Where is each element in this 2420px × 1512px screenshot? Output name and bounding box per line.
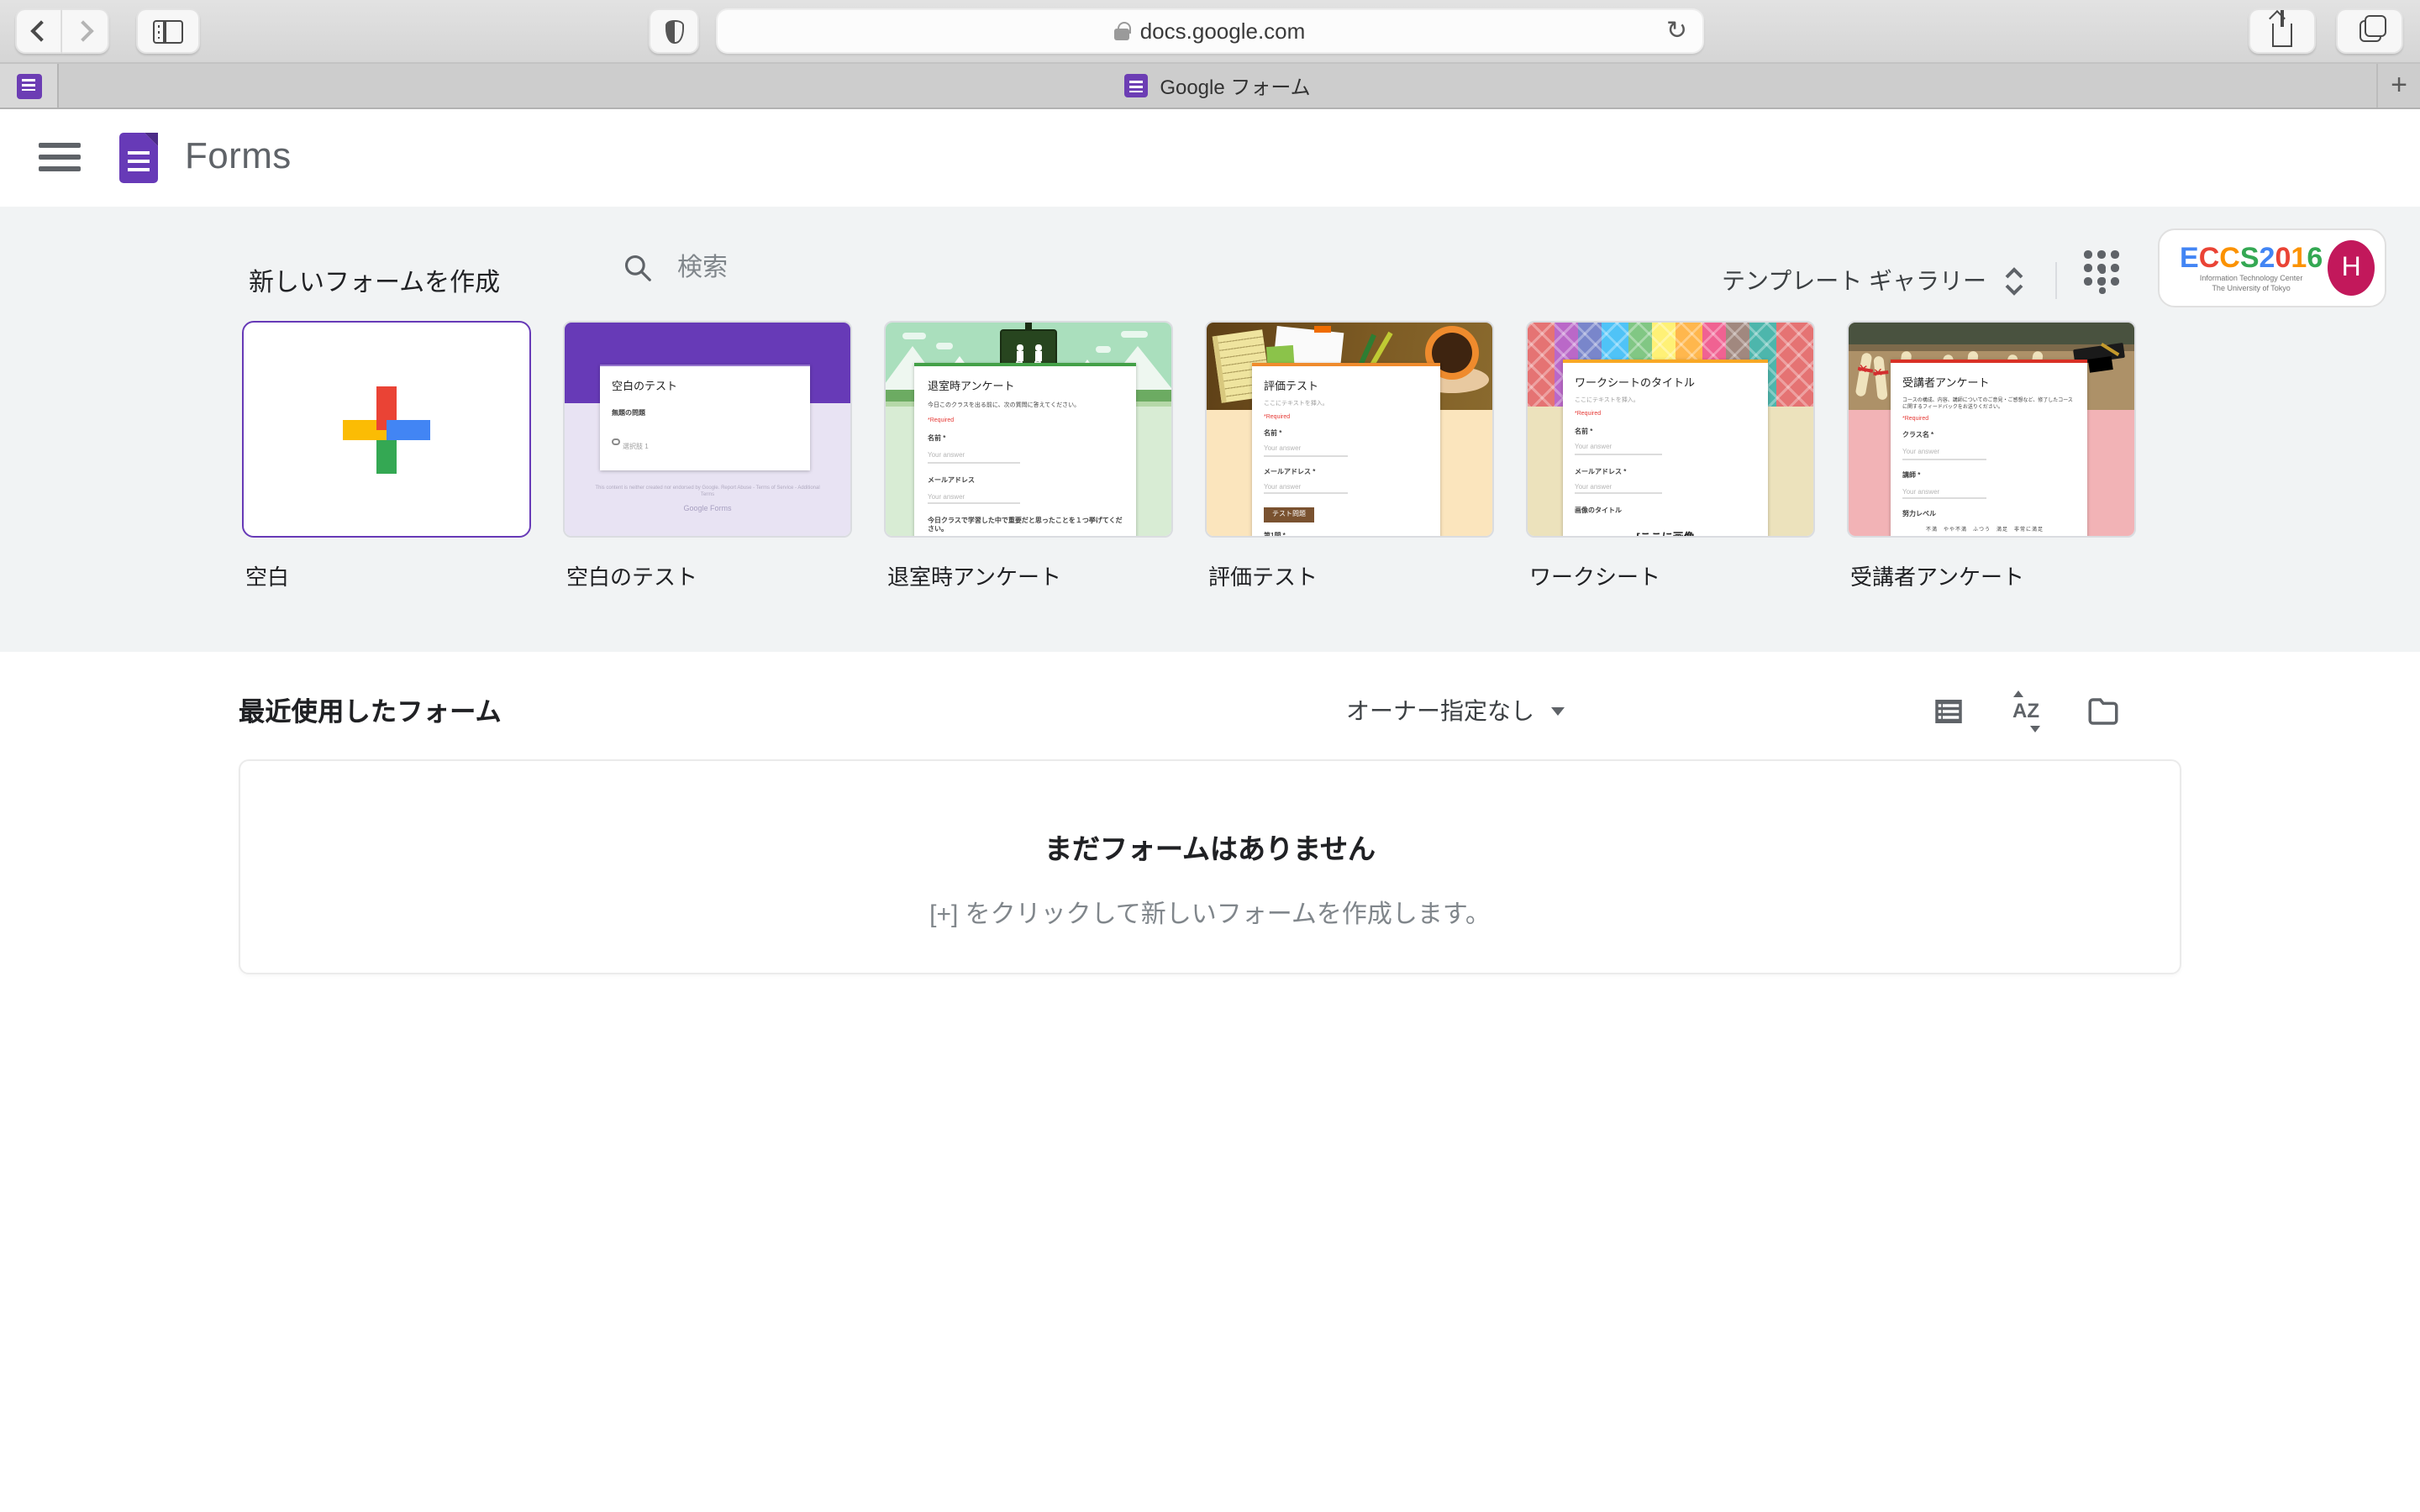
dropdown-arrow-icon <box>1551 707 1565 716</box>
empty-state-subtitle: [+] をクリックして新しいフォームを作成します。 <box>240 895 2180 931</box>
recent-section-title: 最近使用したフォーム <box>239 692 502 729</box>
unfold-more-icon[interactable] <box>2003 266 2025 295</box>
shield-icon <box>665 19 683 43</box>
template-label: 空白のテスト <box>563 559 852 591</box>
reload-icon[interactable]: ↻ <box>1666 15 1687 45</box>
empty-state-title: まだフォームはありません <box>240 827 2180 867</box>
back-button[interactable] <box>15 8 62 54</box>
template-section: 新しいフォームを作成 テンプレート ギャラリー <box>0 207 2420 652</box>
forms-favicon <box>16 73 41 98</box>
owner-filter-dropdown[interactable]: オーナー指定なし <box>1346 694 1565 727</box>
list-view-button[interactable] <box>1931 693 1966 728</box>
template-card-blank[interactable]: 空白 <box>242 321 531 591</box>
privacy-report-button[interactable] <box>649 8 699 54</box>
list-view-icon <box>1931 693 1966 728</box>
forms-logo-icon[interactable] <box>119 133 158 183</box>
empty-state-card: まだフォームはありません [+] をクリックして新しいフォームを作成します。 <box>239 759 2181 974</box>
folder-icon <box>2086 693 2121 728</box>
tabs-icon <box>2359 20 2381 42</box>
template-card-blank-quiz[interactable]: 空白のテスト 無題の問題 選択肢 1 This content is neith… <box>563 321 852 591</box>
back-icon <box>30 20 51 41</box>
lock-icon <box>1115 28 1130 39</box>
new-tab-button[interactable]: + <box>2376 64 2420 108</box>
org-logo: ECCS2016 Information Technology Center T… <box>2180 244 2323 292</box>
tab-bar: Google フォーム + <box>0 64 2420 109</box>
url-text: docs.google.com <box>1140 18 1306 44</box>
org-line2: The University of Tokyo <box>2180 283 2323 292</box>
sidebar-icon <box>153 19 183 43</box>
avatar[interactable]: H <box>2328 240 2375 296</box>
template-card-exit-survey[interactable]: 退室時アンケート 今日このクラスを出る前に、次の質問に答えてください。 *Req… <box>884 321 1173 591</box>
divider <box>2055 262 2057 299</box>
app-title: Forms <box>185 134 292 178</box>
template-label: 受講者アンケート <box>1847 559 2136 591</box>
template-cards: 空白 空白のテスト 無題の問題 選択肢 1 This content is ne <box>239 321 2181 591</box>
template-card-course-evaluation[interactable]: 受講者アンケート コースの構成、内容、講師についてのご意見・ご感想など、修了した… <box>1847 321 2136 591</box>
main-menu-button[interactable] <box>39 143 81 171</box>
pinned-tab-google-forms[interactable] <box>0 64 59 108</box>
template-menu-icon[interactable] <box>2087 265 2118 296</box>
template-section-title: 新しいフォームを作成 <box>239 263 500 298</box>
template-label: 空白 <box>242 559 531 591</box>
template-label: 評価テスト <box>1205 559 1494 591</box>
account-card[interactable]: ECCS2016 Information Technology Center T… <box>2158 228 2386 307</box>
org-line1: Information Technology Center <box>2180 274 2323 283</box>
forms-header: Forms ECCS2016 Information Technology Ce… <box>0 109 2420 207</box>
tab-title: Google フォーム <box>1160 71 1310 100</box>
sort-az-button[interactable]: AZ <box>2008 693 2044 728</box>
open-file-picker-button[interactable] <box>2086 693 2121 728</box>
template-card-assessment[interactable]: 評価テスト ここにテキストを挿入。 *Required 名前 * Your an… <box>1205 321 1494 591</box>
template-label: ワークシート <box>1526 559 1815 591</box>
forward-button[interactable] <box>62 8 109 54</box>
recent-section: 最近使用したフォーム オーナー指定なし <box>239 685 2181 974</box>
tab-overview-button[interactable] <box>2336 8 2403 54</box>
tab-google-forms[interactable]: Google フォーム <box>59 64 2376 108</box>
template-label: 退室時アンケート <box>884 559 1173 591</box>
share-icon <box>2272 23 2292 46</box>
share-button[interactable] <box>2249 8 2316 54</box>
new-form-plus-icon <box>343 386 430 473</box>
address-bar[interactable]: docs.google.com ↻ <box>716 8 1704 54</box>
sidebar-toggle-button[interactable] <box>136 8 200 54</box>
browser-toolbar: docs.google.com ↻ <box>0 0 2420 64</box>
forms-favicon <box>1124 74 1148 97</box>
template-card-worksheet[interactable]: ワークシートのタイトル ここにテキストを挿入。 *Required 名前 * Y… <box>1526 321 1815 591</box>
forward-icon <box>71 20 92 41</box>
template-gallery-button[interactable]: テンプレート ギャラリー <box>1722 264 1986 297</box>
